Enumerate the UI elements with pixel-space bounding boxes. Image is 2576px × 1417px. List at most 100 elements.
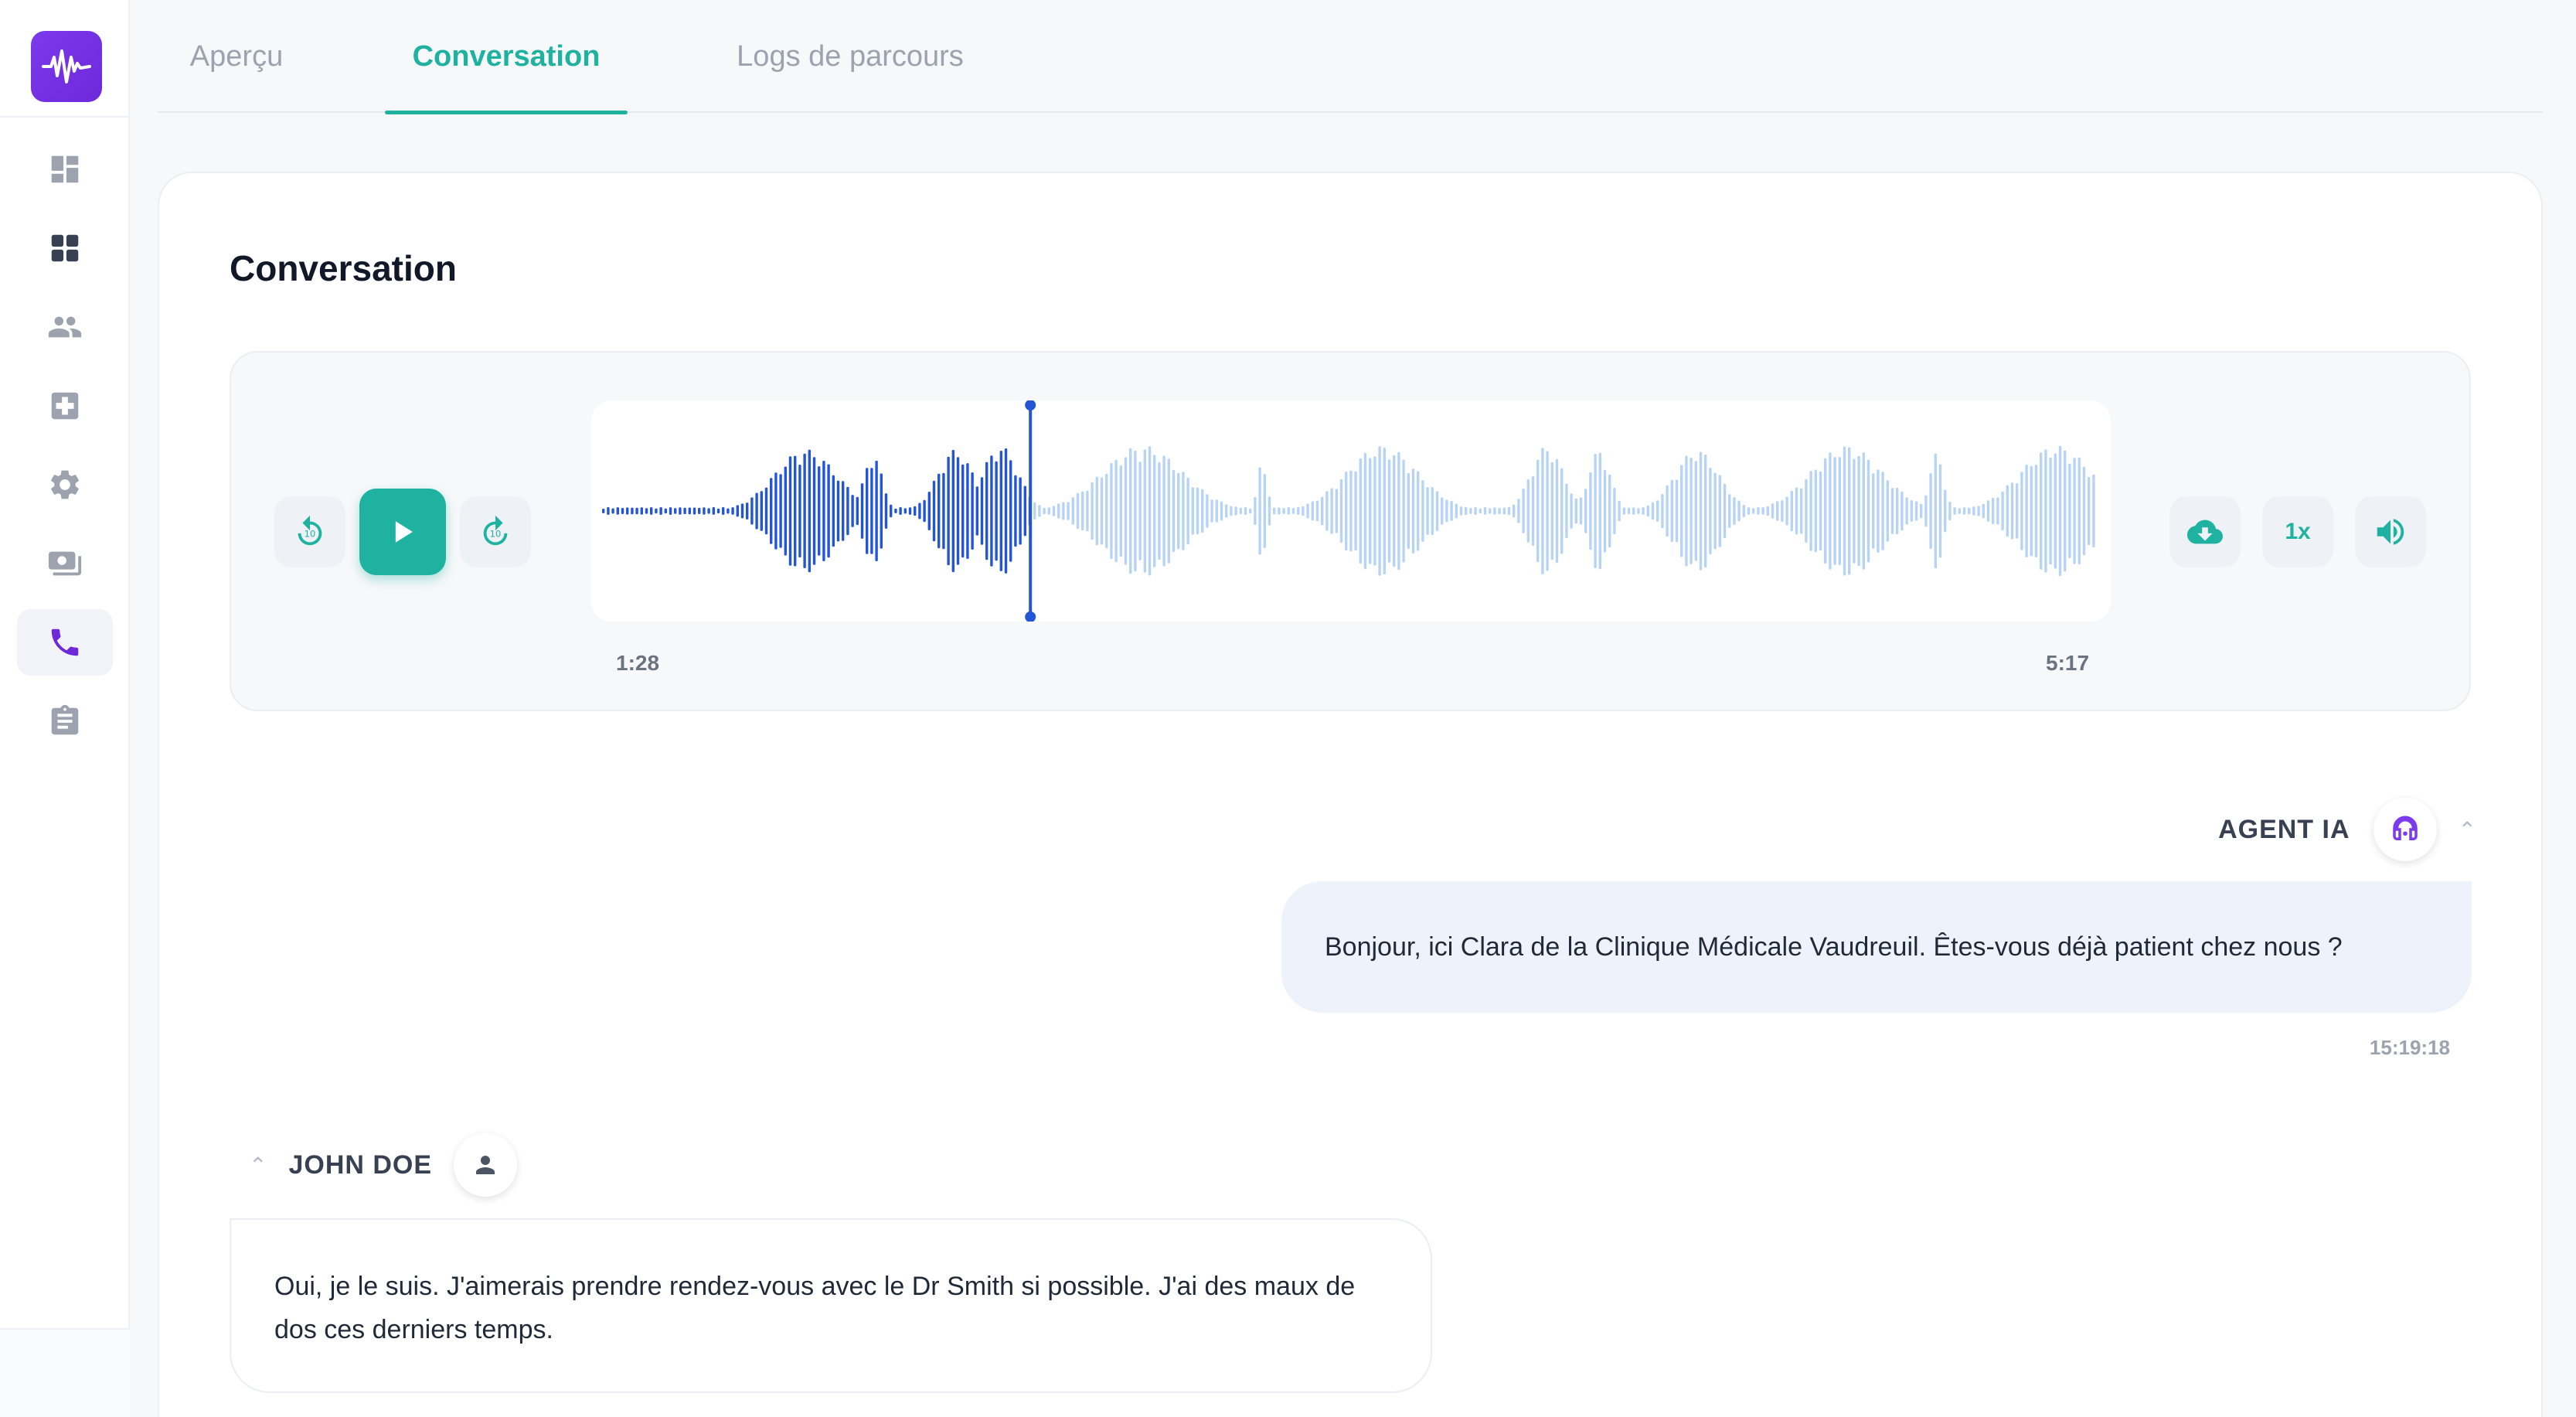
waveform-bar xyxy=(1421,480,1424,542)
waveform-bar xyxy=(1560,468,1564,554)
waveform-bar xyxy=(2034,465,2038,557)
waveform-bar xyxy=(645,508,648,514)
waveform-bar xyxy=(1105,473,1108,549)
sidebar-item-apps[interactable] xyxy=(17,215,113,281)
waveform-bar xyxy=(779,474,782,548)
playhead-handle[interactable] xyxy=(1025,611,1036,622)
waveform-bar xyxy=(731,507,734,515)
tab-conversation[interactable]: Conversation xyxy=(385,0,628,114)
sidebar-item-settings[interactable] xyxy=(17,451,113,518)
waveform-bar xyxy=(1177,472,1180,550)
waveform-bar xyxy=(1603,469,1607,553)
waveform-bar xyxy=(659,507,662,515)
sidebar-item-dashboard[interactable] xyxy=(17,136,113,203)
waveform-bar xyxy=(2010,482,2014,540)
waveform-bar xyxy=(1215,499,1218,523)
waveform-bar xyxy=(1790,490,1793,532)
waveform-bar xyxy=(938,473,941,549)
waveform-bar xyxy=(1234,506,1237,516)
waveform-bar xyxy=(1507,506,1511,516)
waveform-bar xyxy=(1608,474,1611,548)
waveform-bar xyxy=(1694,461,1697,561)
forward-10-icon: 10 xyxy=(483,515,508,546)
waveform-bar xyxy=(1489,508,1492,514)
waveform-bar xyxy=(1455,503,1458,519)
waveform-bar xyxy=(1526,479,1530,543)
download-button[interactable] xyxy=(2169,496,2241,567)
waveform-bar xyxy=(918,502,921,519)
waveform-bar xyxy=(1129,448,1132,574)
playhead[interactable] xyxy=(1029,400,1033,622)
waveform-bar xyxy=(1589,472,1592,550)
waveform-bar xyxy=(818,466,821,556)
play-icon xyxy=(395,521,413,543)
app-logo[interactable] xyxy=(31,31,102,102)
tab-apercu[interactable]: Aperçu xyxy=(185,0,288,113)
waveform-bar xyxy=(1417,471,1420,551)
waveform-bar xyxy=(803,453,806,569)
waveform-bar xyxy=(764,487,768,535)
waveform-bar xyxy=(1402,459,1405,563)
grid-icon xyxy=(51,234,79,262)
waveform-bar xyxy=(961,464,965,558)
forward-10-button[interactable]: 10 xyxy=(460,496,531,567)
waveform-bar xyxy=(923,499,926,523)
waveform-bar xyxy=(2054,453,2057,569)
waveform-bar xyxy=(1119,465,1122,557)
waveform-bar xyxy=(1977,506,1980,516)
waveform-bar xyxy=(1598,452,1601,570)
sidebar-item-medical[interactable] xyxy=(17,373,113,439)
tab-logs-de-parcours[interactable]: Logs de parcours xyxy=(727,0,974,113)
sidebar-item-reports[interactable] xyxy=(17,688,113,754)
waveform-bar xyxy=(1067,502,1070,520)
waveform-bar xyxy=(860,483,864,539)
waveform-bar xyxy=(1938,464,1942,558)
waveform-bar xyxy=(1795,487,1798,535)
waveform-bar xyxy=(1704,455,1707,567)
waveform-bar xyxy=(1479,508,1482,514)
clipboard-icon xyxy=(51,704,79,735)
waveform-bar xyxy=(1345,472,1348,551)
playhead-handle[interactable] xyxy=(1025,400,1036,410)
waveform-bar xyxy=(1086,490,1089,532)
waveform-bar xyxy=(1996,497,1999,525)
waveform-track[interactable] xyxy=(591,400,2111,622)
waveform-bar xyxy=(1642,507,1645,515)
rewind-10-icon: 10 xyxy=(298,515,322,546)
waveform-bar xyxy=(1387,459,1391,563)
waveform-bar xyxy=(2068,463,2071,559)
waveform-bar xyxy=(1785,496,1788,526)
waveform-bar xyxy=(1958,508,1961,514)
waveform-bar xyxy=(875,460,878,561)
sidebar-item-calls[interactable] xyxy=(17,609,113,676)
waveform-bar xyxy=(842,481,845,541)
waveform-bar xyxy=(827,464,830,558)
waveform-bar xyxy=(1033,502,1036,520)
waveform-bar xyxy=(1287,507,1290,515)
waveform-bar xyxy=(2030,465,2033,557)
collapse-agent-icon[interactable]: ⌃ xyxy=(2459,817,2476,843)
waveform-bar xyxy=(1373,456,1376,566)
waveform-bar xyxy=(707,508,710,514)
sidebar-item-users[interactable] xyxy=(17,294,113,360)
waveform-bar xyxy=(1805,479,1808,543)
sidebar-divider xyxy=(0,116,130,118)
agent-speaker-name: AGENT IA xyxy=(2218,814,2350,844)
waveform-bar xyxy=(1809,471,1812,551)
volume-button[interactable] xyxy=(2355,496,2426,567)
waveform-bar xyxy=(736,505,739,517)
waveform-bar xyxy=(1862,452,1865,570)
waveform-bar xyxy=(1675,479,1679,543)
waveform[interactable] xyxy=(591,400,2111,622)
play-button[interactable] xyxy=(359,489,446,575)
playback-speed-button[interactable]: 1x xyxy=(2262,496,2333,567)
waveform-bar xyxy=(1431,487,1434,535)
collapse-user-icon[interactable]: ⌃ xyxy=(249,1153,267,1178)
waveform-bar xyxy=(1450,501,1453,521)
waveform-bar xyxy=(1249,508,1252,514)
sidebar-item-payments[interactable] xyxy=(17,530,113,597)
waveform-bar xyxy=(1143,449,1146,573)
waveform-bar xyxy=(1291,508,1295,514)
waveform-bar xyxy=(932,480,936,542)
rewind-10-button[interactable]: 10 xyxy=(274,496,345,567)
